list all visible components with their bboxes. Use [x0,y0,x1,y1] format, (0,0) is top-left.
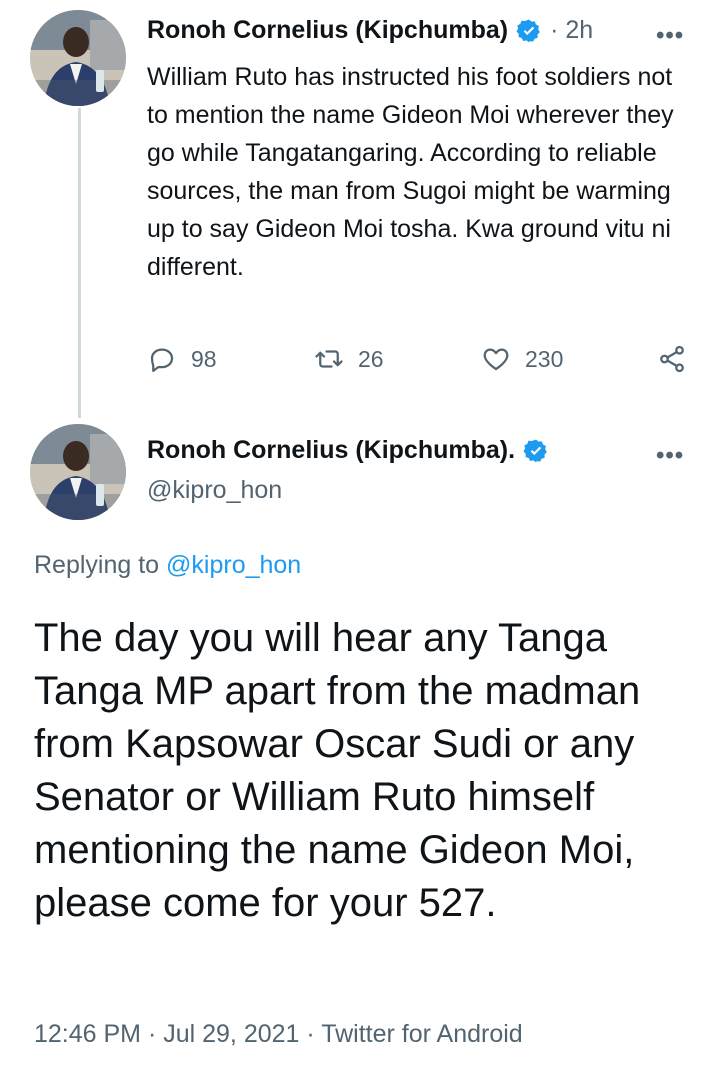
share-button[interactable] [657,344,687,374]
tweet-time[interactable]: · 2h [550,16,593,45]
tweet-actions: 98 26 230 [147,344,697,384]
more-icon[interactable]: ••• [656,444,684,468]
author-name[interactable]: Ronoh Cornelius (Kipchumba) [147,16,508,45]
retweet-count: 26 [358,345,384,372]
profile-photo [30,10,126,106]
verified-badge-icon [516,19,540,42]
like-count: 230 [525,345,564,372]
tweet2-header: Ronoh Cornelius (Kipchumba). [147,436,549,465]
more-icon[interactable]: ••• [656,24,684,48]
tweet-text: William Ruto has instructed his foot sol… [147,63,674,281]
author-handle[interactable]: @kipro_hon [147,476,282,505]
like-icon [483,348,509,371]
profile-photo [30,424,126,520]
replying-prefix: Replying to [34,551,160,579]
reply-icon [150,348,174,372]
replying-mention-link[interactable]: @kipro_hon [166,551,301,579]
avatar[interactable] [30,424,126,520]
like-button[interactable]: 230 [481,344,563,374]
tweet-timestamp[interactable]: 12:46 PM · Jul 29, 2021 · Twitter for An… [34,1020,523,1049]
avatar[interactable] [30,10,126,106]
thread-line [78,108,81,418]
tweet-text: The day you will hear any Tanga Tanga MP… [34,616,641,925]
tweet1-header: Ronoh Cornelius (Kipchumba) · 2h [147,16,593,45]
share-icon [660,345,684,373]
retweet-button[interactable]: 26 [314,344,384,374]
retweet-icon [315,350,343,368]
author-name[interactable]: Ronoh Cornelius (Kipchumba). [147,436,515,465]
reply-button[interactable]: 98 [147,344,217,374]
verified-badge-icon [523,439,547,462]
reply-count: 98 [191,345,217,372]
replying-to: Replying to @kipro_hon [34,551,301,580]
